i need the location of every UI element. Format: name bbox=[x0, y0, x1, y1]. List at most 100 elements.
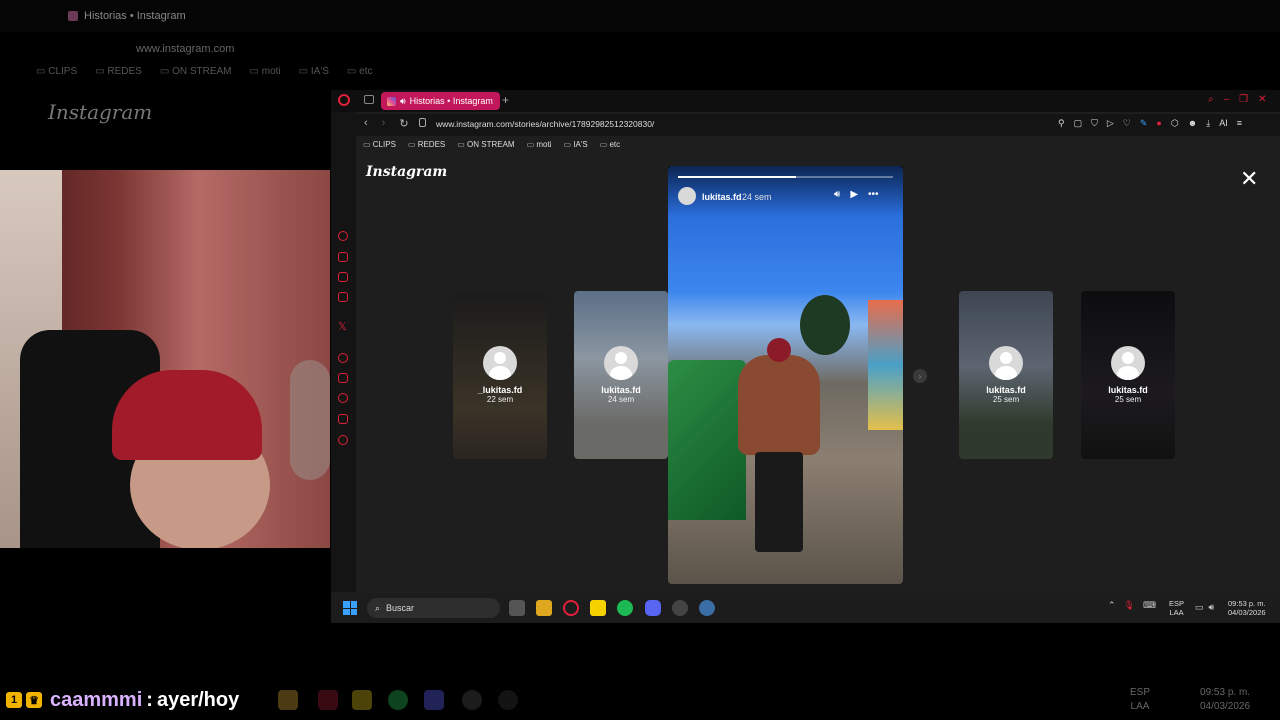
task-view-icon[interactable] bbox=[509, 600, 525, 616]
sidebar-x-icon[interactable]: 𝕏 bbox=[338, 320, 347, 333]
obs-icon[interactable] bbox=[672, 600, 688, 616]
opera-red-icon[interactable]: ● bbox=[1156, 118, 1161, 129]
window-controls: ⌕ – ❐ ✕ bbox=[1208, 94, 1267, 105]
walking-person-legs-image bbox=[755, 452, 803, 552]
minimize-icon[interactable]: – bbox=[1224, 94, 1230, 105]
taskbar-search[interactable]: ⌕ Buscar bbox=[367, 598, 500, 618]
sidebar-aria-icon[interactable] bbox=[338, 252, 348, 262]
settings-icon[interactable] bbox=[699, 600, 715, 616]
sidebar-history-icon[interactable] bbox=[338, 231, 348, 241]
url-field[interactable]: www.instagram.com/stories/archive/178929… bbox=[436, 119, 654, 129]
opera-logo-icon[interactable] bbox=[338, 94, 350, 106]
sidebar-player-icon[interactable] bbox=[338, 353, 348, 363]
chat-separator: : bbox=[146, 688, 153, 711]
opera-icon bbox=[318, 690, 338, 710]
story-card-time: 24 sem bbox=[607, 395, 635, 404]
pin-icon[interactable]: ⚲ bbox=[1058, 118, 1065, 129]
bookmark-on-stream[interactable]: ON STREAM bbox=[457, 140, 515, 149]
sidebar-bookmarks-icon[interactable] bbox=[338, 373, 348, 383]
forward-icon[interactable]: › bbox=[382, 117, 386, 130]
next-story-arrow[interactable]: › bbox=[913, 369, 927, 383]
language-indicator[interactable]: ESP LAA bbox=[1169, 599, 1184, 617]
mute-icon[interactable]: 🔊︎ bbox=[834, 189, 840, 200]
keyboard-icon[interactable]: ⌨ bbox=[1143, 600, 1156, 611]
bookmark-ias[interactable]: IA'S bbox=[564, 140, 587, 149]
tab-list-icon[interactable] bbox=[364, 95, 374, 104]
download-icon[interactable]: ⤓ bbox=[1206, 118, 1210, 129]
microphone-icon[interactable]: 🎙︎ bbox=[1124, 600, 1135, 611]
background-bookmark[interactable]: ON STREAM bbox=[160, 66, 231, 86]
subscriber-badge: 1 bbox=[6, 692, 22, 708]
sidebar-extensions-icon[interactable] bbox=[338, 414, 348, 424]
file-explorer-icon[interactable] bbox=[536, 600, 552, 616]
sidebar-clock-icon[interactable] bbox=[338, 393, 348, 403]
back-icon[interactable]: ‹ bbox=[364, 117, 368, 130]
spotify-icon[interactable] bbox=[617, 600, 633, 616]
background-bookmark[interactable]: CLIPS bbox=[36, 66, 77, 86]
background-bookmark[interactable]: REDES bbox=[95, 66, 141, 86]
profile-icon[interactable]: ☻ bbox=[1188, 118, 1197, 129]
volume-icon[interactable]: 🔊︎ bbox=[1209, 602, 1215, 613]
discord-icon[interactable] bbox=[645, 600, 661, 616]
more-options-icon[interactable]: ••• bbox=[868, 189, 879, 200]
taskbar-clock[interactable]: 09:53 p. m. 04/03/2026 bbox=[1228, 599, 1266, 617]
sticky-notes-icon[interactable] bbox=[590, 600, 606, 616]
menu-icon[interactable]: ≡ bbox=[1237, 118, 1242, 129]
search-icon: ⌕ bbox=[375, 602, 381, 613]
background-tab[interactable]: Historias • Instagram bbox=[68, 4, 228, 28]
story-card-time: 25 sem bbox=[1114, 395, 1142, 404]
ai-button[interactable]: AI bbox=[1219, 118, 1228, 129]
heart-icon[interactable]: ♡ bbox=[1123, 118, 1131, 129]
close-story-button[interactable]: ✕ bbox=[1240, 166, 1258, 192]
play-icon[interactable]: ▷ bbox=[1107, 118, 1114, 129]
webcam-feed bbox=[0, 170, 330, 548]
shield-icon[interactable]: ⛉ bbox=[1091, 118, 1098, 129]
speaker-icon[interactable]: 🔊︎ bbox=[400, 96, 406, 107]
story-card[interactable]: lukitas.fd 25 sem bbox=[959, 291, 1053, 459]
story-username[interactable]: lukitas.fd bbox=[702, 192, 742, 202]
story-avatar[interactable] bbox=[678, 187, 696, 205]
maximize-icon[interactable]: ❐ bbox=[1239, 94, 1248, 105]
bookmark-redes[interactable]: REDES bbox=[408, 140, 446, 149]
background-url[interactable]: www.instagram.com bbox=[36, 36, 1280, 62]
close-window-icon[interactable]: ✕ bbox=[1258, 94, 1266, 105]
search-icon[interactable]: ⌕ bbox=[1208, 94, 1214, 105]
story-card[interactable]: _lukitas.fd 22 sem bbox=[453, 291, 547, 459]
green-bin-image bbox=[668, 360, 746, 520]
story-card[interactable]: lukitas.fd 25 sem bbox=[1081, 291, 1175, 459]
play-icon[interactable]: ▶ bbox=[850, 189, 858, 200]
crown-icon: ♛ bbox=[26, 692, 42, 708]
lock-icon[interactable] bbox=[419, 118, 426, 127]
reload-icon[interactable]: ↻ bbox=[399, 117, 408, 130]
opera-sidebar bbox=[331, 112, 356, 592]
bookmark-etc[interactable]: etc bbox=[600, 140, 620, 149]
extensions-icon[interactable]: ⬡ bbox=[1171, 118, 1179, 129]
windows-start-icon[interactable] bbox=[343, 601, 357, 615]
avatar bbox=[604, 346, 638, 380]
background-bookmarks: CLIPS REDES ON STREAM moti IA'S etc bbox=[36, 66, 536, 86]
instagram-logo[interactable]: Instagram bbox=[366, 164, 447, 180]
story-card[interactable]: lukitas.fd 24 sem bbox=[574, 291, 668, 459]
navigation-buttons: ‹ › ↻ bbox=[364, 117, 409, 130]
background-bookmark[interactable]: IA'S bbox=[299, 66, 329, 86]
sidebar-twitch-icon[interactable] bbox=[338, 292, 348, 302]
chat-message: 1 ♛ caammmi : ayer/hoy bbox=[6, 686, 239, 714]
tab-instagram[interactable]: 🔊︎ Historias • Instagram bbox=[381, 92, 500, 110]
background-bookmark[interactable]: etc bbox=[347, 66, 372, 86]
translate-icon[interactable]: ✎ bbox=[1140, 118, 1148, 129]
fan-image bbox=[290, 360, 330, 480]
network-icon[interactable]: ▭ bbox=[1195, 602, 1204, 613]
opera-taskbar-icon[interactable] bbox=[563, 600, 579, 616]
story-card-time: 25 sem bbox=[992, 395, 1020, 404]
story-card-username: lukitas.fd bbox=[601, 385, 641, 395]
sidebar-settings-icon[interactable] bbox=[338, 435, 348, 445]
sidebar-messenger-icon[interactable] bbox=[338, 272, 348, 282]
bookmark-moti[interactable]: moti bbox=[527, 140, 551, 149]
chevron-up-icon[interactable]: ⌃ bbox=[1108, 600, 1116, 611]
new-tab-button[interactable]: + bbox=[502, 93, 509, 107]
snapshot-icon[interactable]: ▢ bbox=[1074, 118, 1083, 129]
background-clock: 09:53 p. m. 04/03/2026 bbox=[1200, 687, 1251, 712]
background-bookmark[interactable]: moti bbox=[250, 66, 281, 86]
bookmark-clips[interactable]: CLIPS bbox=[363, 140, 396, 149]
walking-person-cap-image bbox=[767, 338, 791, 362]
